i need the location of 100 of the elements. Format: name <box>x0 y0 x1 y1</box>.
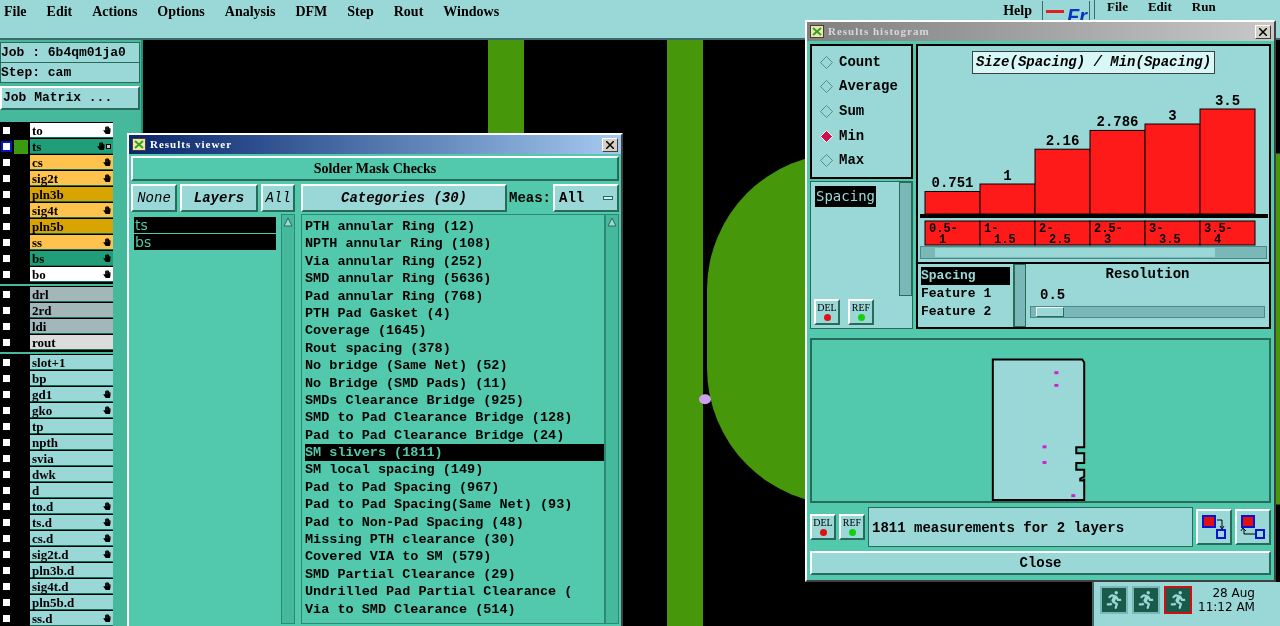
layer-checkbox[interactable] <box>1 613 12 624</box>
layer-item[interactable]: tp <box>30 419 113 434</box>
layer-checkbox[interactable] <box>1 221 12 232</box>
category-item[interactable]: Coverage (1645) <box>305 322 604 340</box>
category-item[interactable]: Pad to Non-Pad Spacing (48) <box>305 513 604 532</box>
categories-button[interactable]: Categories (30) <box>301 184 507 212</box>
category-item[interactable]: SMDs Clearance Bridge (925) <box>305 391 604 410</box>
category-item[interactable]: Pad annular Ring (768) <box>305 287 604 305</box>
refresh-button[interactable]: REF <box>848 299 874 325</box>
slider-thumb[interactable] <box>1035 307 1064 317</box>
menu-item[interactable]: Analysis <box>224 4 276 20</box>
layer-item[interactable]: pln5b <box>30 219 113 234</box>
check-set-button[interactable]: Solder Mask Checks <box>131 156 619 181</box>
layer-checkbox[interactable] <box>1 517 12 528</box>
layer-item[interactable]: cs <box>30 155 113 170</box>
layer-item[interactable]: slot+1 <box>30 355 113 370</box>
all-button[interactable]: All <box>261 184 295 212</box>
layer-item[interactable]: to <box>30 123 113 138</box>
layer-checkbox[interactable] <box>1 125 12 136</box>
layer-item[interactable]: bo <box>30 267 113 282</box>
job-matrix-button[interactable]: Job Matrix ... <box>0 86 140 110</box>
layer-checkbox[interactable] <box>1 305 12 316</box>
radio-button[interactable] <box>820 55 833 69</box>
layer-checkbox[interactable] <box>1 597 12 608</box>
category-item[interactable]: PTH Pad Gasket (4) <box>305 304 604 323</box>
category-item[interactable]: Covered VIA to SM (579) <box>305 548 604 566</box>
layer-item[interactable]: sig4t <box>30 203 113 218</box>
category-item[interactable]: Via annular Ring (252) <box>305 252 604 271</box>
import-chart-button[interactable] <box>1235 509 1271 545</box>
resolution-slider[interactable] <box>1030 306 1265 318</box>
refresh-button[interactable]: REF <box>839 514 865 540</box>
menu-item[interactable]: Actions <box>92 4 138 20</box>
menu-item[interactable]: Rout <box>393 4 424 20</box>
menu-item[interactable]: File <box>4 4 27 20</box>
category-item[interactable]: SM local spacing (149) <box>305 461 604 479</box>
category-item[interactable]: NPTH annular Ring (108) <box>305 235 604 253</box>
radio-button[interactable] <box>820 154 833 168</box>
category-item[interactable]: Rout spacing (378) <box>305 339 604 358</box>
layer-item[interactable]: pln3b <box>30 187 113 202</box>
layer-checkbox[interactable] <box>1 237 12 248</box>
layer-checkbox[interactable] <box>1 189 12 200</box>
layer-checkbox[interactable] <box>1 437 12 448</box>
category-item[interactable]: Via to SMD Clearance (514) <box>305 600 604 618</box>
layer-item[interactable]: bs <box>30 251 113 266</box>
layer-checkbox[interactable] <box>1 533 12 544</box>
help-menu[interactable]: Help <box>1003 4 1032 18</box>
arrow-up-icon[interactable] <box>607 217 617 227</box>
layer-checkbox[interactable] <box>1 485 12 496</box>
horizontal-scrollbar[interactable] <box>920 246 1267 259</box>
field-item[interactable]: Feature 2 <box>921 303 1010 321</box>
layer-checkbox[interactable] <box>1 357 12 368</box>
layer-item[interactable]: sig2t.d <box>30 547 113 562</box>
radio-button[interactable] <box>820 105 833 118</box>
category-item[interactable]: SMD to Pad Clearance Bridge (128) <box>305 409 604 427</box>
menu-item[interactable]: Windows <box>443 4 500 20</box>
menu-item[interactable]: Edit <box>1147 0 1172 14</box>
layer-item[interactable]: ts <box>30 139 113 154</box>
attribute-item[interactable]: Spacing <box>815 186 876 207</box>
field-item[interactable]: Feature 1 <box>921 285 1010 303</box>
layer-item[interactable]: gd1 <box>30 387 113 402</box>
layer-item[interactable]: drl <box>30 287 113 302</box>
layer-item[interactable]: d <box>30 483 113 498</box>
menu-item[interactable]: Options <box>157 4 205 20</box>
layer-checkbox[interactable] <box>1 173 12 184</box>
menu-item[interactable]: File <box>1107 0 1128 14</box>
layer-item[interactable]: ts.d <box>30 515 113 530</box>
layer-item[interactable]: pln5b.d <box>30 595 113 610</box>
layer-checkbox[interactable] <box>1 389 12 400</box>
layer-item[interactable]: sig4t.d <box>30 579 113 594</box>
vertical-scrollbar[interactable] <box>1014 264 1026 327</box>
layer-checkbox[interactable] <box>1 253 12 264</box>
arrow-up-icon[interactable] <box>283 217 293 227</box>
radio-button[interactable] <box>820 80 833 94</box>
meas-dropdown[interactable]: All <box>553 184 619 212</box>
category-item[interactable]: SM slivers (1811) <box>305 444 604 462</box>
vertical-scrollbar[interactable] <box>605 214 619 624</box>
menu-item[interactable]: Run <box>1191 0 1216 14</box>
vertical-scrollbar[interactable] <box>899 182 912 296</box>
layer-list-item[interactable]: bs <box>134 234 276 250</box>
layer-item[interactable]: sig2t <box>30 171 113 186</box>
layer-item[interactable]: ss <box>30 235 113 250</box>
layer-list-item[interactable]: ts <box>134 217 276 233</box>
delete-button[interactable]: DEL <box>814 299 840 325</box>
menu-item[interactable]: Edit <box>46 4 73 20</box>
category-item[interactable]: Undrilled Pad Partial Clearance ( <box>305 583 604 601</box>
layer-item[interactable]: ldi <box>30 319 113 334</box>
layer-checkbox[interactable] <box>1 337 12 348</box>
layers-button[interactable]: Layers <box>180 184 258 212</box>
layer-checkbox[interactable] <box>1 289 12 300</box>
delete-button[interactable]: DEL <box>810 514 836 540</box>
layer-item[interactable]: svia <box>30 451 113 466</box>
layer-checkbox[interactable] <box>1 565 12 576</box>
layer-checkbox[interactable] <box>1 581 12 592</box>
layer-checkbox[interactable] <box>1 549 12 560</box>
layer-item[interactable]: ss.d <box>30 611 113 626</box>
category-item[interactable]: PTH annular Ring (12) <box>305 218 604 236</box>
layer-checkbox[interactable] <box>1 269 12 280</box>
category-item[interactable]: Pad to Pad Spacing(Same Net) (93) <box>305 496 604 514</box>
close-button[interactable] <box>1255 24 1271 39</box>
category-item[interactable]: Pad to Pad Clearance Bridge (24) <box>305 426 604 445</box>
